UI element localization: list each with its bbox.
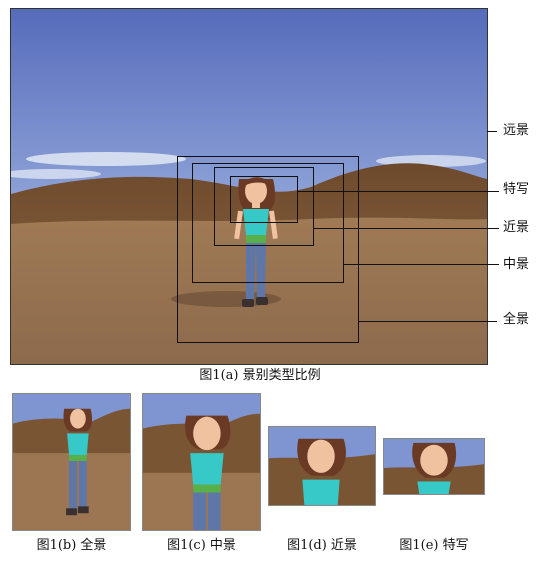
label-detail-shot: 特写 [503,182,530,197]
label-far-shot: 远景 [503,123,530,138]
detail-shot-frame [230,176,298,223]
far-leader-line [487,131,497,132]
caption-close-shot: 图1(d) 近景 [287,538,357,553]
caption-full-shot: 图1(b) 全景 [36,538,107,553]
label-medium-shot: 中景 [503,257,530,272]
full-leader-line [359,321,487,322]
full-leader-ext [487,321,497,322]
label-close-shot: 近景 [503,220,530,235]
detail-leader-ext [487,191,499,192]
caption-detail-shot: 图1(e) 特写 [399,538,469,553]
medium-leader-line [344,264,487,265]
caption-medium-shot: 图1(c) 中景 [167,538,236,553]
close-leader-line [314,228,487,229]
main-caption: 图1(a) 景别类型比例 [199,368,321,383]
thumbnail-full-shot [12,393,131,531]
label-full-shot: 全景 [503,312,530,327]
thumbnail-detail-shot [383,438,485,495]
close-leader-ext [487,228,499,229]
main-scene-image [10,8,488,365]
thumbnail-medium-shot [142,393,261,531]
detail-leader-line [298,191,487,192]
thumbnail-close-shot [268,426,376,506]
medium-leader-ext [487,264,499,265]
